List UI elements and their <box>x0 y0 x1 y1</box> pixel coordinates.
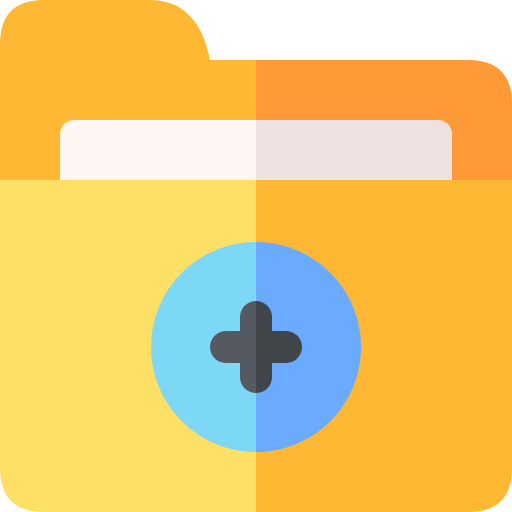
add-folder-icon <box>0 0 512 512</box>
add-folder-icon <box>0 0 512 512</box>
